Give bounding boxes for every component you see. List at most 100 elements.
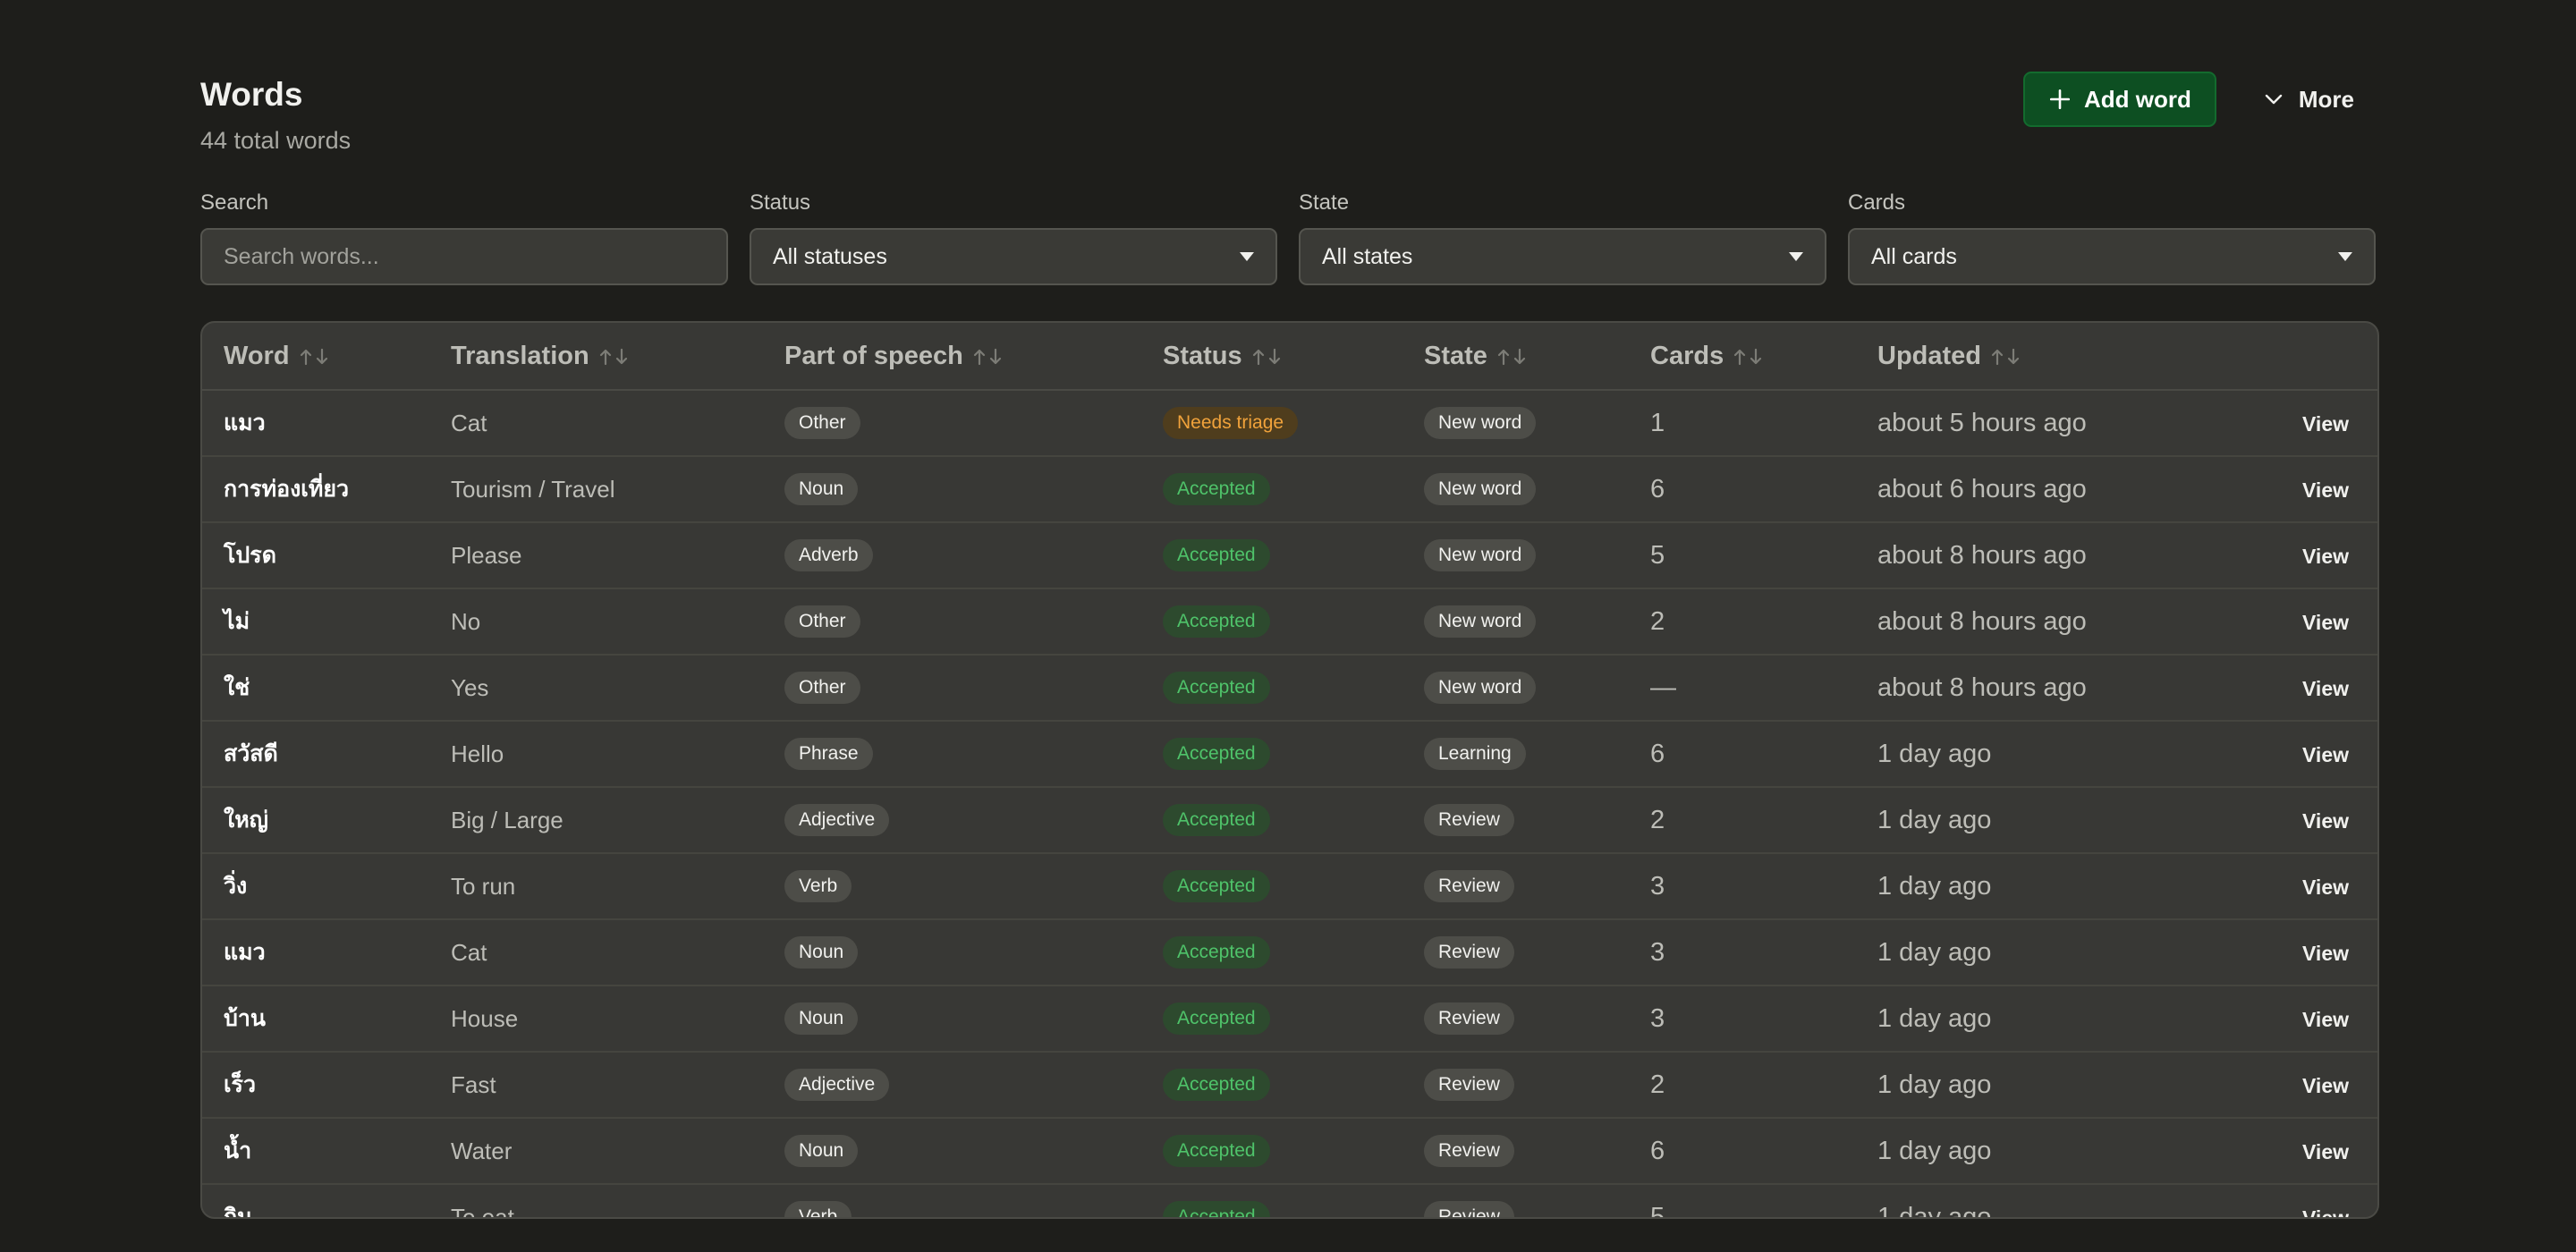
column-header-cards[interactable]: Cards: [1629, 323, 1856, 392]
view-link[interactable]: View: [2302, 412, 2349, 436]
more-button[interactable]: More: [2241, 72, 2376, 127]
part-of-speech-badge: Other: [784, 605, 860, 639]
updated-cell: about 8 hours ago: [1856, 588, 2232, 656]
part-of-speech-badge: Adverb: [784, 539, 873, 572]
part-of-speech-badge: Adjective: [784, 804, 890, 837]
cards-cell: 3: [1629, 919, 1856, 987]
cards-cell: 3: [1629, 986, 1856, 1053]
part-of-speech-badge: Noun: [784, 936, 859, 969]
table-row[interactable]: เร็ว Fast Adjective Accepted Review 2 1 day ag…: [202, 1052, 2377, 1120]
sort-arrows-icon: [1497, 349, 1526, 366]
part-of-speech-cell: Noun: [763, 919, 1141, 987]
caret-down-icon: [1240, 252, 1254, 262]
add-word-label: Add word: [2084, 85, 2191, 113]
column-header-state[interactable]: State: [1402, 323, 1629, 392]
table-row[interactable]: น้ำ Water Noun Accepted Review 6 1 day ago View: [202, 1118, 2377, 1186]
cards-cell: 6: [1629, 721, 1856, 789]
view-link[interactable]: View: [2302, 677, 2349, 700]
search-input[interactable]: [200, 228, 728, 286]
status-badge: Accepted: [1163, 605, 1270, 639]
action-cell: View: [2232, 522, 2377, 590]
table-row[interactable]: สวัสดี Hello Phrase Accepted Learning 6 1 day …: [202, 721, 2377, 789]
translation-cell: House: [429, 986, 763, 1053]
status-badge: Accepted: [1163, 804, 1270, 837]
cards-cell: 3: [1629, 853, 1856, 921]
status-cell: Accepted: [1141, 787, 1402, 855]
table-row[interactable]: กิน To eat Verb Accepted Review 5 1 day ago Vie…: [202, 1184, 2377, 1218]
state-badge: Learning: [1424, 738, 1526, 771]
column-header-status[interactable]: Status: [1141, 323, 1402, 392]
table-row[interactable]: การท่องเที่ยว Tourism / Travel Noun Accepte…: [202, 456, 2377, 524]
column-header-translation[interactable]: Translation: [429, 323, 763, 392]
column-header-word[interactable]: Word: [202, 323, 429, 392]
part-of-speech-badge: Noun: [784, 1135, 859, 1168]
table-row[interactable]: โปรด Please Adverb Accepted New word 5 about 8…: [202, 522, 2377, 590]
updated-cell: 1 day ago: [1856, 919, 2232, 987]
part-of-speech-cell: Adjective: [763, 787, 1141, 855]
state-label: State: [1299, 190, 1350, 216]
words-table: Word Translation Part of speech Status S…: [200, 321, 2379, 1220]
search-label: Search: [200, 190, 269, 216]
state-cell: New word: [1402, 588, 1629, 656]
add-word-button[interactable]: Add word: [2023, 72, 2216, 127]
view-link[interactable]: View: [2302, 876, 2349, 899]
view-link[interactable]: View: [2302, 1074, 2349, 1097]
header-actions: Add word More: [2023, 72, 2376, 127]
table-row[interactable]: ใช่ Yes Other Accepted New word — about 8 hour…: [202, 655, 2377, 723]
view-link[interactable]: View: [2302, 1140, 2349, 1163]
status-select-value: All statuses: [773, 243, 887, 269]
column-header-updated[interactable]: Updated: [1856, 323, 2232, 392]
translation-cell: No: [429, 588, 763, 656]
status-filter: Status All statuses: [750, 190, 1277, 286]
view-link[interactable]: View: [2302, 611, 2349, 634]
column-header-label: Word: [224, 341, 290, 370]
table-row[interactable]: แมว Cat Other Needs triage New word 1 about 5 …: [202, 390, 2377, 458]
column-header-label: State: [1424, 341, 1487, 370]
words-page: Words 44 total words Add word More Searc…: [200, 72, 2379, 1220]
column-header-part-of-speech[interactable]: Part of speech: [763, 323, 1141, 392]
view-link[interactable]: View: [2302, 743, 2349, 766]
part-of-speech-cell: Other: [763, 655, 1141, 723]
status-badge: Needs triage: [1163, 407, 1299, 440]
part-of-speech-badge: Verb: [784, 1201, 852, 1218]
word-cell: น้ำ: [202, 1118, 429, 1186]
action-cell: View: [2232, 853, 2377, 921]
status-badge: Accepted: [1163, 672, 1270, 705]
status-cell: Accepted: [1141, 919, 1402, 987]
state-cell: Review: [1402, 986, 1629, 1053]
status-cell: Accepted: [1141, 655, 1402, 723]
table-row[interactable]: บ้าน House Noun Accepted Review 3 1 day ago Vie…: [202, 986, 2377, 1053]
cards-select[interactable]: All cards: [1848, 228, 2376, 286]
table-row[interactable]: แมว Cat Noun Accepted Review 3 1 day ago View: [202, 919, 2377, 987]
part-of-speech-badge: Adjective: [784, 1069, 890, 1102]
part-of-speech-cell: Adjective: [763, 1052, 1141, 1120]
status-select[interactable]: All statuses: [750, 228, 1277, 286]
view-link[interactable]: View: [2302, 545, 2349, 568]
table-row[interactable]: ไม่ No Other Accepted New word 2 about 8 hours…: [202, 588, 2377, 656]
translation-cell: Fast: [429, 1052, 763, 1120]
status-cell: Accepted: [1141, 588, 1402, 656]
word-count: 44 total words: [200, 127, 352, 155]
status-cell: Accepted: [1141, 986, 1402, 1053]
view-link[interactable]: View: [2302, 478, 2349, 502]
status-badge: Accepted: [1163, 1002, 1270, 1036]
status-badge: Accepted: [1163, 936, 1270, 969]
state-select[interactable]: All states: [1299, 228, 1826, 286]
state-badge: New word: [1424, 539, 1537, 572]
view-link[interactable]: View: [2302, 942, 2349, 965]
sort-arrows-icon: [1991, 349, 2020, 366]
table-row[interactable]: ใหญ่ Big / Large Adjective Accepted Review 2 1…: [202, 787, 2377, 855]
cards-label: Cards: [1848, 190, 1906, 216]
view-link[interactable]: View: [2302, 1008, 2349, 1031]
part-of-speech-badge: Other: [784, 407, 860, 440]
cards-select-value: All cards: [1871, 243, 1957, 269]
action-cell: View: [2232, 1118, 2377, 1186]
part-of-speech-cell: Verb: [763, 853, 1141, 921]
view-link[interactable]: View: [2302, 809, 2349, 833]
status-badge: Accepted: [1163, 1201, 1270, 1218]
table-row[interactable]: วิ่ง To run Verb Accepted Review 3 1 day ago Vi…: [202, 853, 2377, 921]
state-badge: Review: [1424, 1069, 1514, 1102]
view-link[interactable]: View: [2302, 1206, 2349, 1218]
state-cell: Review: [1402, 919, 1629, 987]
status-cell: Accepted: [1141, 1052, 1402, 1120]
